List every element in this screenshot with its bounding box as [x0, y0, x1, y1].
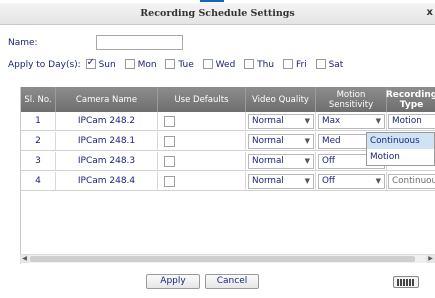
motion-sensitivity-value: Off: [322, 176, 335, 186]
recording-type-dropdown: Continuous Motion: [366, 132, 435, 166]
keyboard-keys: [397, 279, 415, 286]
header-motion-sensitivity: Motion Sensitivity: [316, 87, 387, 112]
video-quality-select[interactable]: Normal ▼: [248, 134, 314, 149]
day-thu[interactable]: Thu: [244, 59, 274, 70]
day-sun-label: Sun: [98, 60, 116, 70]
row-slno: 1: [21, 112, 56, 131]
header-recording-type: Recording Type: [385, 89, 435, 110]
dialog-titlebar: Recording Schedule Settings x: [0, 3, 435, 25]
chevron-down-icon: ▼: [375, 177, 381, 185]
recording-type-value: Continuous: [392, 176, 435, 186]
chevron-down-icon: ▼: [304, 177, 310, 185]
dropdown-option-motion[interactable]: Motion: [367, 149, 434, 165]
day-sat[interactable]: Sat: [315, 59, 344, 70]
day-mon[interactable]: Mon: [124, 59, 157, 70]
day-sat-checkbox[interactable]: [315, 59, 326, 69]
motion-sensitivity-select[interactable]: Max ▼: [318, 114, 385, 129]
use-defaults-checkbox[interactable]: [164, 156, 175, 167]
use-defaults-checkbox[interactable]: [164, 116, 175, 127]
sensitivity-cell: Max ▼: [316, 112, 387, 131]
day-fri-checkbox[interactable]: [282, 59, 293, 69]
recording-type-select[interactable]: Continuous▼: [388, 174, 435, 189]
day-mon-checkbox[interactable]: [124, 59, 135, 69]
quality-cell: Normal ▼: [246, 112, 316, 131]
use-defaults-cell: [158, 152, 246, 171]
scrollbar-thumb[interactable]: [30, 256, 415, 262]
type-cell: Continuous▼: [387, 172, 435, 191]
day-fri-label: Fri: [295, 60, 307, 70]
close-icon[interactable]: x: [427, 7, 433, 18]
day-mon-label: Mon: [137, 60, 157, 70]
dialog-title: Recording Schedule Settings: [140, 8, 295, 19]
use-defaults-checkbox[interactable]: [164, 136, 175, 147]
header-video-quality: Video Quality: [246, 87, 316, 112]
day-sat-label: Sat: [328, 60, 344, 70]
chevron-down-icon: ▼: [304, 137, 310, 145]
video-quality-value: Normal: [252, 116, 284, 126]
apply-days-row: Apply to Day(s): Sun Mon Tue Wed Thu Fri…: [8, 57, 349, 71]
horizontal-scrollbar[interactable]: ◀ ▶: [20, 254, 435, 263]
apply-button[interactable]: Apply: [146, 274, 200, 289]
row-slno: 3: [21, 152, 56, 171]
chevron-down-icon: ▼: [375, 117, 381, 125]
apply-days-label: Apply to Day(s):: [8, 60, 81, 70]
video-quality-select[interactable]: Normal ▼: [248, 154, 314, 169]
video-quality-value: Normal: [252, 176, 284, 186]
day-sun[interactable]: Sun: [85, 57, 116, 70]
row-camera-name: IPCam 248.2: [56, 112, 158, 131]
row-camera-name: IPCam 248.4: [56, 172, 158, 191]
row-slno: 2: [21, 132, 56, 151]
header-use-defaults: Use Defaults: [158, 87, 246, 112]
table-row: 1 IPCam 248.2 Normal ▼ Max ▼ Motion▼: [21, 112, 435, 131]
chevron-down-icon: ▼: [304, 157, 310, 165]
day-fri[interactable]: Fri: [282, 59, 307, 70]
day-tue[interactable]: Tue: [165, 59, 194, 70]
motion-sensitivity-select[interactable]: Off ▼: [318, 174, 385, 189]
header-slno: Sl. No.: [21, 87, 56, 112]
use-defaults-checkbox[interactable]: [164, 176, 175, 187]
quality-cell: Normal ▼: [246, 172, 316, 191]
quality-cell: Normal ▼: [246, 152, 316, 171]
video-quality-value: Normal: [252, 136, 284, 146]
sensitivity-cell: Off ▼: [316, 172, 387, 191]
table-row: 4 IPCam 248.4 Normal ▼ Off ▼ Continuous▼: [21, 172, 435, 191]
motion-sensitivity-value: Max: [322, 116, 341, 126]
motion-sensitivity-value: Med: [322, 136, 341, 146]
use-defaults-cell: [158, 132, 246, 151]
motion-sensitivity-value: Off: [322, 156, 335, 166]
quality-cell: Normal ▼: [246, 132, 316, 151]
row-camera-name: IPCam 248.1: [56, 132, 158, 151]
name-label: Name:: [8, 38, 38, 48]
video-quality-select[interactable]: Normal ▼: [248, 174, 314, 189]
cancel-button[interactable]: Cancel: [205, 274, 259, 289]
type-cell: Motion▼: [387, 112, 435, 131]
dropdown-option-continuous[interactable]: Continuous: [367, 133, 434, 149]
day-wed-label: Wed: [215, 60, 236, 70]
day-thu-checkbox[interactable]: [244, 59, 255, 69]
accent-mark: [200, 0, 224, 2]
recording-type-value: Motion: [392, 116, 422, 126]
table-header: Sl. No. Camera Name Use Defaults Video Q…: [21, 87, 435, 112]
row-camera-name: IPCam 248.3: [56, 152, 158, 171]
row-slno: 4: [21, 172, 56, 191]
day-tue-label: Tue: [178, 60, 194, 70]
header-camera-name: Camera Name: [56, 87, 158, 112]
scroll-right-icon[interactable]: ▶: [426, 255, 435, 263]
day-tue-checkbox[interactable]: [165, 59, 176, 69]
recording-type-select[interactable]: Motion▼: [388, 114, 435, 129]
day-thu-label: Thu: [257, 60, 275, 70]
name-input[interactable]: [96, 35, 183, 50]
day-wed-checkbox[interactable]: [202, 59, 213, 69]
use-defaults-cell: [158, 112, 246, 131]
day-wed[interactable]: Wed: [202, 59, 236, 70]
schedule-table: Sl. No. Camera Name Use Defaults Video Q…: [20, 87, 435, 264]
day-sun-checkbox[interactable]: [85, 57, 96, 69]
keyboard-icon[interactable]: [393, 276, 419, 288]
scroll-left-icon[interactable]: ◀: [20, 255, 29, 263]
video-quality-value: Normal: [252, 156, 284, 166]
chevron-down-icon: ▼: [304, 117, 310, 125]
video-quality-select[interactable]: Normal ▼: [248, 114, 314, 129]
use-defaults-cell: [158, 172, 246, 191]
